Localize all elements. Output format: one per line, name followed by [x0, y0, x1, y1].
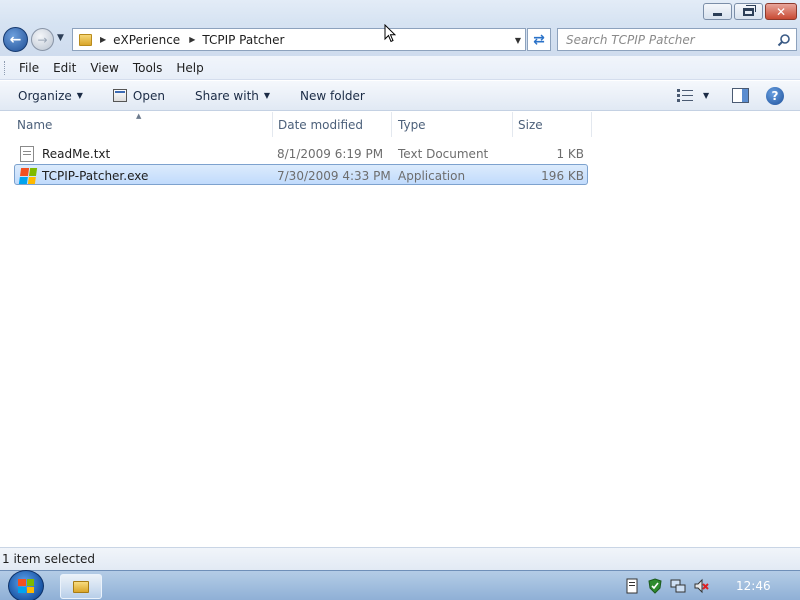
- mouse-cursor-icon: [384, 24, 396, 43]
- file-name: TCPIP-Patcher.exe: [42, 168, 149, 183]
- share-with-button[interactable]: Share with ▼: [195, 89, 270, 103]
- column-name-label: Name: [17, 117, 53, 132]
- menu-file[interactable]: File: [13, 61, 45, 75]
- column-header-type[interactable]: Type: [392, 112, 513, 137]
- menu-view[interactable]: View: [84, 61, 124, 75]
- maximize-icon: [743, 4, 756, 16]
- file-name-cell: ReadMe.txt: [20, 143, 110, 164]
- back-button[interactable]: ←: [3, 27, 28, 52]
- windows-logo-icon: [18, 579, 34, 593]
- status-text: 1 item selected: [2, 552, 96, 566]
- file-row-selected[interactable]: TCPIP-Patcher.exe 7/30/2009 4:33 PM Appl…: [14, 164, 588, 185]
- volume-muted-icon[interactable]: [693, 578, 709, 594]
- chevron-right-icon[interactable]: ▶: [100, 35, 106, 44]
- menu-tools[interactable]: Tools: [127, 61, 169, 75]
- text-file-icon: [20, 145, 34, 162]
- chevron-right-icon[interactable]: ▶: [189, 35, 195, 44]
- application-icon: [18, 167, 38, 184]
- file-size: 1 KB: [556, 146, 584, 161]
- column-date-label: Date modified: [278, 117, 364, 132]
- preview-pane-icon[interactable]: [732, 88, 749, 103]
- status-bar: 1 item selected: [0, 547, 800, 570]
- new-folder-button[interactable]: New folder: [300, 89, 365, 103]
- action-center-icon[interactable]: [624, 578, 640, 594]
- menu-bar: File Edit View Tools Help: [0, 56, 800, 80]
- forward-arrow-icon: →: [37, 32, 48, 47]
- taskbar-explorer-button[interactable]: [60, 574, 102, 599]
- refresh-button[interactable]: ⇄: [527, 28, 551, 51]
- organize-label: Organize: [18, 88, 72, 103]
- help-icon[interactable]: ?: [766, 87, 784, 105]
- address-bar[interactable]: ▶ eXPerience ▶ TCPIP Patcher ▼: [72, 28, 526, 51]
- search-input[interactable]: Search TCPIP Patcher: [566, 33, 775, 47]
- clock[interactable]: 12:46: [736, 579, 771, 593]
- column-size-label: Size: [518, 117, 543, 132]
- close-icon: ✕: [775, 4, 787, 19]
- forward-button[interactable]: →: [31, 28, 54, 51]
- views-icon[interactable]: [677, 89, 693, 102]
- file-size: 196 KB: [541, 168, 584, 183]
- open-button[interactable]: Open: [112, 88, 165, 103]
- chevron-down-icon: ▼: [263, 91, 271, 100]
- minimize-button[interactable]: [703, 3, 732, 20]
- file-name-cell: TCPIP-Patcher.exe: [18, 165, 149, 186]
- back-arrow-icon: ←: [9, 31, 22, 48]
- file-type: Application: [398, 168, 466, 183]
- title-bar: ✕: [0, 0, 800, 24]
- folder-icon: [79, 33, 92, 46]
- refresh-icon: ⇄: [533, 31, 545, 48]
- new-folder-label: New folder: [300, 88, 365, 103]
- file-type: Text Document: [398, 146, 489, 161]
- column-header-size[interactable]: Size: [512, 112, 592, 137]
- maximize-button[interactable]: [734, 3, 763, 20]
- file-date: 8/1/2009 6:19 PM: [277, 146, 384, 161]
- close-button[interactable]: ✕: [765, 3, 797, 20]
- share-with-label: Share with: [194, 88, 259, 103]
- network-icon[interactable]: [670, 578, 686, 594]
- minimize-icon: [713, 13, 722, 16]
- file-date: 7/30/2009 4:33 PM: [277, 168, 391, 183]
- chevron-down-icon: ▼: [76, 91, 83, 100]
- column-header-name[interactable]: Name: [11, 112, 273, 137]
- file-row[interactable]: ReadMe.txt 8/1/2009 6:19 PM Text Documen…: [14, 143, 588, 164]
- open-label: Open: [132, 88, 165, 103]
- menu-edit[interactable]: Edit: [47, 61, 82, 75]
- caption-buttons: ✕: [703, 3, 797, 20]
- sort-ascending-icon: ▲: [136, 112, 142, 120]
- file-name: ReadMe.txt: [42, 146, 111, 161]
- security-icon[interactable]: [647, 578, 663, 594]
- menu-help[interactable]: Help: [170, 61, 209, 75]
- open-icon: [112, 89, 127, 102]
- taskbar: 12:46: [0, 570, 800, 600]
- search-icon[interactable]: [775, 31, 793, 49]
- breadcrumb-tcpip-patcher[interactable]: TCPIP Patcher: [202, 33, 284, 47]
- column-type-label: Type: [398, 117, 426, 132]
- chevron-down-icon[interactable]: ▼: [703, 91, 709, 100]
- breadcrumb-experience[interactable]: eXPerience: [113, 33, 180, 47]
- navigation-bar: ← → ▼ ▶ eXPerience ▶ TCPIP Patcher ▼ ⇄ S…: [0, 24, 800, 56]
- recent-pages-dropdown[interactable]: ▼: [57, 33, 64, 43]
- folder-icon: [73, 580, 89, 593]
- column-header-date-modified[interactable]: Date modified: [272, 112, 392, 137]
- search-box[interactable]: Search TCPIP Patcher: [557, 28, 797, 51]
- menu-grip: [4, 60, 7, 75]
- start-button[interactable]: [8, 570, 44, 600]
- organize-button[interactable]: Organize ▼: [18, 89, 83, 103]
- command-bar: Organize ▼ Open Share with ▼ New folder ▼ …: [0, 81, 800, 111]
- chevron-down-icon[interactable]: ▼: [515, 36, 521, 45]
